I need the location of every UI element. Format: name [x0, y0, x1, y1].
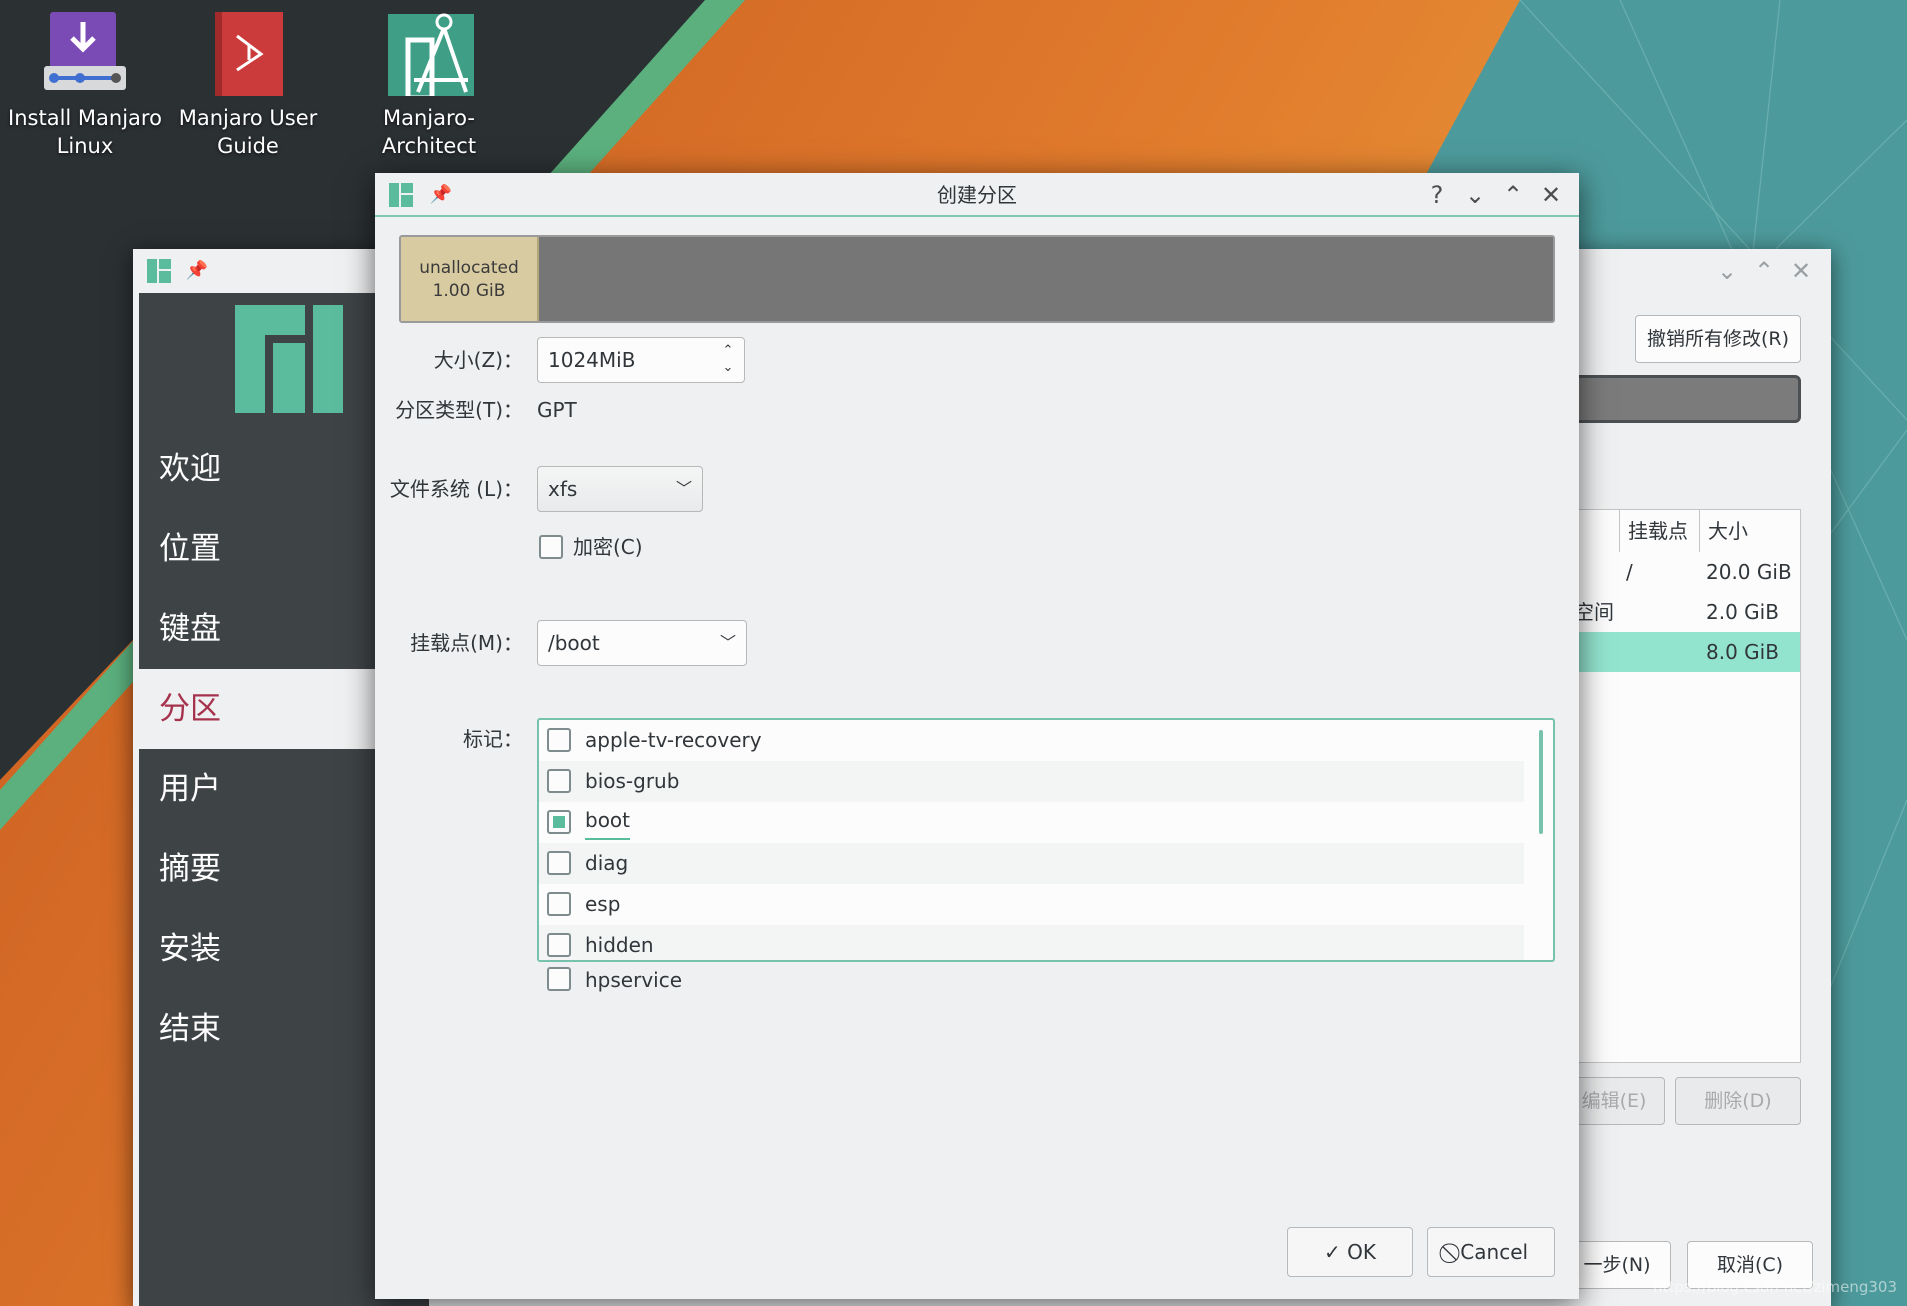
flag-checkbox[interactable]: [547, 933, 571, 957]
manjaro-logo: [235, 305, 343, 413]
desktop-icon-user-guide[interactable]: Manjaro User Guide: [163, 0, 333, 160]
mount-point-combobox[interactable]: /boot ﹀: [537, 620, 747, 666]
pdf-document-icon: [203, 6, 293, 96]
cancel-button[interactable]: ⃠ Cancel: [1427, 1227, 1555, 1277]
table-row-selected[interactable]: 8.0 GiB: [1574, 632, 1800, 672]
create-partition-dialog: 📌 创建分区 ? ⌄ ⌃ ✕ unallocated 1.00 GiB 大小(Z…: [375, 173, 1579, 1299]
flag-item-diag[interactable]: diag: [539, 843, 1524, 884]
minimize-icon[interactable]: ⌄: [1461, 181, 1489, 209]
partition-type-value: GPT: [537, 398, 577, 422]
desktop-icon-label: Install Manjaro Linux: [8, 106, 162, 158]
flag-item-bios-grub[interactable]: bios-grub: [539, 761, 1524, 802]
maximize-icon[interactable]: ⌃: [1499, 181, 1527, 209]
flag-checkbox[interactable]: [547, 967, 571, 991]
architect-compass-icon: [384, 6, 474, 96]
size-label: 大小(Z)：: [433, 348, 523, 372]
filesystem-value: xfs: [548, 477, 578, 501]
chevron-down-icon[interactable]: ﹀: [720, 621, 736, 665]
unallocated-segment: unallocated 1.00 GiB: [401, 237, 539, 321]
flag-label: diag: [585, 851, 629, 875]
allocation-bar: unallocated 1.00 GiB: [399, 235, 1555, 323]
manjaro-app-icon: [145, 257, 173, 285]
help-icon[interactable]: ?: [1423, 181, 1451, 209]
installer-partition-panel: 撤销所有修改(R) 挂载点 大小 / 20.0 GiB 空间 2.0 GiB 8…: [1563, 249, 1831, 1306]
flag-checkbox[interactable]: [547, 728, 571, 752]
flag-item-hidden[interactable]: hidden: [539, 925, 1524, 960]
desktop-icon-install[interactable]: Install Manjaro Linux: [0, 0, 170, 160]
flags-label: 标记：: [463, 727, 523, 751]
flag-checkbox[interactable]: [547, 851, 571, 875]
flag-label: hidden: [585, 933, 654, 957]
watermark: https://blog.csdn.net/zimeng303: [1653, 1278, 1897, 1296]
flag-item-boot[interactable]: boot: [539, 802, 1524, 843]
dialog-title: 创建分区: [937, 183, 1017, 207]
filesystem-select[interactable]: xfs ﹀: [537, 466, 703, 512]
size-spinbox[interactable]: 1024MiB ⌃ ⌄: [537, 337, 745, 383]
segment-size: 1.00 GiB: [432, 281, 506, 301]
flags-scrollbar[interactable]: [1539, 730, 1543, 834]
partition-table[interactable]: 挂载点 大小 / 20.0 GiB 空间 2.0 GiB 8.0 GiB: [1573, 509, 1801, 1063]
pin-icon[interactable]: 📌: [183, 257, 211, 285]
table-row[interactable]: 空间 2.0 GiB: [1574, 592, 1800, 632]
desktop-icon-label: Manjaro User Guide: [178, 106, 318, 158]
flag-item-hpservice[interactable]: hpservice: [539, 961, 1524, 1001]
flag-label: esp: [585, 892, 621, 916]
encrypt-checkbox[interactable]: [539, 535, 563, 559]
ok-button[interactable]: ✓ OK: [1287, 1227, 1413, 1277]
flag-item-esp[interactable]: esp: [539, 884, 1524, 925]
desktop-icon-label: Manjaro-Architect: [381, 106, 477, 158]
row-size: 20.0 GiB: [1706, 560, 1792, 584]
flag-item-apple-tv-recovery[interactable]: apple-tv-recovery: [539, 720, 1524, 761]
partition-type-label: 分区类型(T)：: [395, 398, 523, 422]
size-value: 1024MiB: [548, 348, 636, 372]
delete-button[interactable]: 删除(D): [1675, 1077, 1801, 1125]
table-row[interactable]: / 20.0 GiB: [1574, 552, 1800, 592]
check-icon: ✓: [1324, 1240, 1348, 1264]
flag-checkbox[interactable]: [547, 892, 571, 916]
flag-label: bios-grub: [585, 769, 680, 793]
flag-label: apple-tv-recovery: [585, 728, 762, 752]
chevron-down-icon: ﹀: [675, 479, 692, 498]
spin-arrows-icon[interactable]: ⌃ ⌄: [720, 342, 736, 376]
column-header-size[interactable]: 大小: [1699, 510, 1800, 552]
desktop-icon-architect[interactable]: Manjaro-Architect: [344, 0, 514, 160]
mount-point-value: /boot: [548, 631, 600, 655]
flags-list[interactable]: apple-tv-recovery bios-grub boot diag es…: [537, 718, 1555, 962]
disk-partition-bar: [1573, 375, 1801, 423]
cancel-label: Cancel: [1460, 1240, 1529, 1264]
row-mount: /: [1626, 560, 1633, 584]
column-header-mount[interactable]: 挂载点: [1619, 510, 1699, 552]
revert-all-button[interactable]: 撤销所有修改(R): [1635, 315, 1801, 363]
flag-checkbox[interactable]: [547, 769, 571, 793]
flag-label: boot: [585, 802, 631, 840]
segment-label: unallocated: [419, 258, 519, 278]
ok-label: OK: [1347, 1240, 1376, 1264]
row-size: 2.0 GiB: [1706, 600, 1779, 624]
download-install-icon: [40, 6, 130, 96]
row-name: 空间: [1574, 600, 1614, 624]
close-icon[interactable]: ✕: [1537, 181, 1565, 209]
flag-label: hpservice: [585, 968, 683, 992]
dialog-titlebar[interactable]: 📌 创建分区 ? ⌄ ⌃ ✕: [375, 173, 1579, 217]
filesystem-label: 文件系统 (L)：: [389, 477, 523, 501]
mount-point-label: 挂载点(M)：: [410, 631, 523, 655]
encrypt-label[interactable]: 加密(C): [573, 533, 693, 561]
row-size: 8.0 GiB: [1706, 640, 1779, 664]
flag-checkbox-checked[interactable]: [547, 810, 571, 834]
